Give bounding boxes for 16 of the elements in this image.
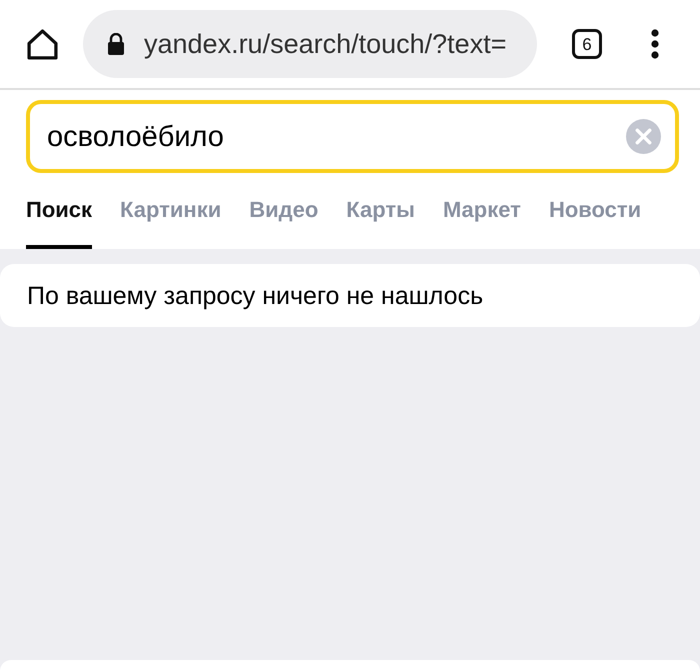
no-results-message: По вашему запросу ничего не нашлось — [27, 280, 484, 310]
home-button[interactable] — [25, 26, 60, 62]
search-tab[interactable]: Картинки — [120, 197, 222, 249]
lock-icon — [107, 33, 125, 55]
more-icon — [651, 29, 659, 59]
search-field[interactable]: осволоёбило — [26, 100, 679, 173]
clear-icon — [626, 119, 661, 154]
search-tab[interactable]: Маркет — [442, 197, 521, 249]
address-bar[interactable]: yandex.ru/search/touch/?text= — [83, 10, 537, 78]
search-query: осволоёбило — [47, 120, 224, 154]
tab-count-button[interactable]: 6 — [572, 29, 602, 59]
url-text: yandex.ru/search/touch/?text= — [144, 28, 506, 61]
search-tab[interactable]: Карты — [346, 197, 415, 249]
search-tab[interactable]: Новости — [548, 197, 642, 249]
home-icon — [26, 28, 59, 60]
search-tab[interactable]: Видео — [249, 197, 318, 249]
